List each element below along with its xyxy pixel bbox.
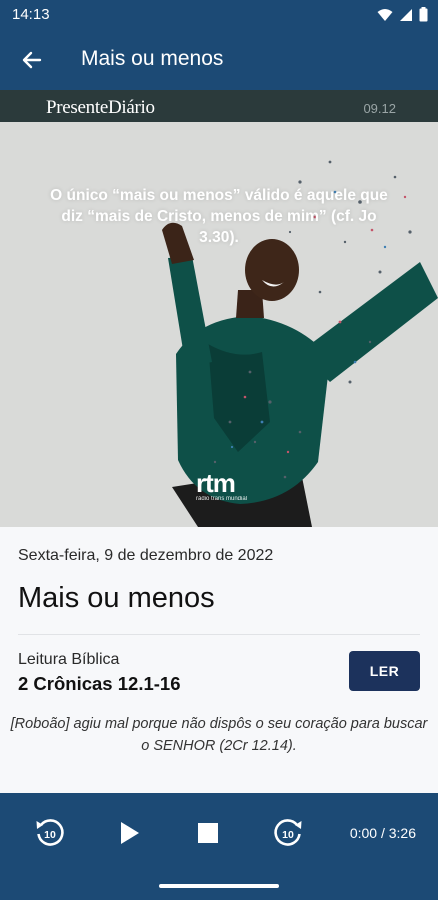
home-indicator[interactable] <box>159 884 279 888</box>
forward-10-icon: 10 <box>274 819 302 846</box>
app-bar: Mais ou menos <box>0 30 438 90</box>
devotional-content: Sexta-feira, 9 de dezembro de 2022 Mais … <box>0 527 438 793</box>
devotional-image: PresenteDiário 09.12 O único “mais ou me… <box>0 90 438 527</box>
audio-player: 10 10 0:00 / 3:26 <box>0 793 438 900</box>
rewind-10-button[interactable]: 10 <box>31 814 69 852</box>
status-bar: 14:13 <box>0 0 438 30</box>
replay-10-icon: 10 <box>36 819 64 846</box>
play-icon <box>121 822 139 844</box>
image-date: 09.12 <box>363 101 396 116</box>
forward-seconds: 10 <box>282 829 294 841</box>
page-title: Mais ou menos <box>81 47 224 70</box>
stop-icon <box>198 823 218 843</box>
brand-logo: PresenteDiário <box>46 97 155 118</box>
reading-reference: 2 Crônicas 12.1-16 <box>18 673 181 694</box>
stop-button[interactable] <box>189 814 227 852</box>
devotional-date: Sexta-feira, 9 de dezembro de 2022 <box>18 547 274 564</box>
status-time: 14:13 <box>12 6 50 23</box>
back-button[interactable] <box>14 42 50 78</box>
play-button[interactable] <box>111 814 149 852</box>
arrow-back-icon <box>22 51 42 69</box>
battery-icon <box>419 7 428 22</box>
image-quote: O único “mais ou menos” válido é aquele … <box>50 187 388 246</box>
forward-10-button[interactable]: 10 <box>269 814 307 852</box>
rtm-logo: rtm rádio trans mundial <box>196 468 247 502</box>
rtm-logo-subtitle: rádio trans mundial <box>196 496 248 502</box>
rewind-seconds: 10 <box>44 829 56 841</box>
devotional-title: Mais ou menos <box>18 582 215 614</box>
status-icons <box>377 7 428 22</box>
key-verse: [Roboão] agiu mal porque não dispôs o se… <box>10 716 428 754</box>
playback-time: 0:00 / 3:26 <box>349 825 416 841</box>
brand-strip: PresenteDiário 09.12 <box>0 90 438 122</box>
read-button[interactable]: LER <box>349 651 420 691</box>
rtm-logo-text: rtm <box>196 468 236 498</box>
cell-signal-icon <box>400 8 412 21</box>
divider <box>18 634 420 635</box>
wifi-icon <box>377 8 393 21</box>
reading-label: Leitura Bíblica <box>18 651 120 668</box>
hero-photo <box>0 122 438 527</box>
